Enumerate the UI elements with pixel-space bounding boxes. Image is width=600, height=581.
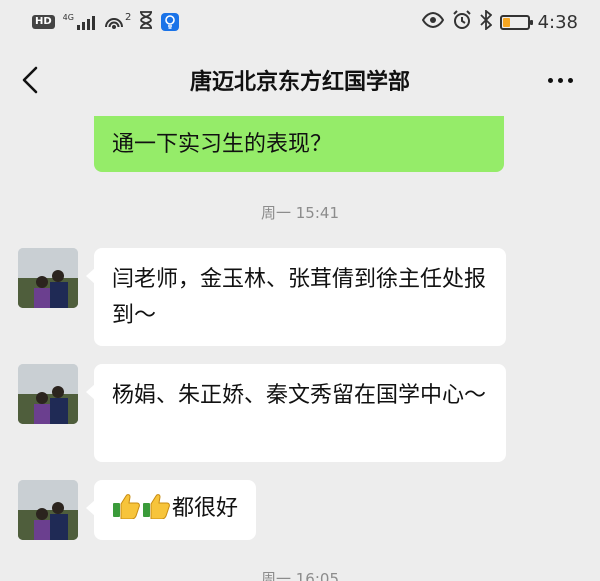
hotspot-count: 2 <box>124 12 132 23</box>
chat-header: 唐迈北京东方红国学部 <box>0 44 600 116</box>
alarm-icon <box>452 10 472 34</box>
thumbs-up-icon <box>142 491 172 531</box>
status-bar: HD 4G 2 4:38 <box>0 0 600 44</box>
battery-level <box>502 17 510 27</box>
battery-icon <box>499 14 533 30</box>
back-button[interactable] <box>16 62 46 98</box>
message-timestamp: 周一 15:41 <box>261 204 339 222</box>
avatar[interactable] <box>18 248 78 308</box>
chevron-left-icon <box>22 66 38 94</box>
network-type: 4G <box>62 13 74 22</box>
outgoing-message-bubble[interactable]: 通一下实习生的表现？ <box>94 116 504 172</box>
avatar[interactable] <box>18 480 78 540</box>
signal-icon: 4G <box>63 14 95 30</box>
clock: 4:38 <box>537 11 578 33</box>
status-right: 4:38 <box>421 9 578 34</box>
incoming-message-bubble[interactable]: 都很好 <box>85 480 257 540</box>
avatar[interactable] <box>18 364 78 424</box>
ellipsis-icon <box>547 77 553 83</box>
outgoing-message-text: 通一下实习生的表现？ <box>112 132 333 157</box>
incoming-message-bubble[interactable]: 闫老师，金玉林、张茸倩到徐主任处报到～ <box>86 248 506 346</box>
hd-icon: HD <box>32 15 55 29</box>
hourglass-icon <box>139 11 153 33</box>
more-options-button[interactable] <box>542 66 578 94</box>
message-timestamp: 周一 16:05 <box>261 570 339 581</box>
chat-title: 唐迈北京东方红国学部 <box>189 70 410 95</box>
thumbs-up-icon <box>112 491 142 531</box>
hotspot-icon: 2 <box>103 13 131 31</box>
message-list[interactable]: 通一下实习生的表现？ 周一 15:41 闫老师，金玉林、张茸倩到徐主任处报到～ … <box>0 116 600 581</box>
eye-icon <box>421 11 444 32</box>
status-left: HD 4G 2 <box>32 11 180 33</box>
bluetooth-icon <box>479 9 492 34</box>
incoming-message-text: 都很好 <box>172 496 239 521</box>
bulb-icon <box>161 13 180 31</box>
incoming-message-bubble[interactable]: 杨娟、朱正娇、秦文秀留在国学中心～ <box>86 364 506 462</box>
incoming-message-text: 闫老师，金玉林、张茸倩到徐主任处报到～ <box>112 267 487 328</box>
incoming-message-text: 杨娟、朱正娇、秦文秀留在国学中心～ <box>112 383 487 408</box>
